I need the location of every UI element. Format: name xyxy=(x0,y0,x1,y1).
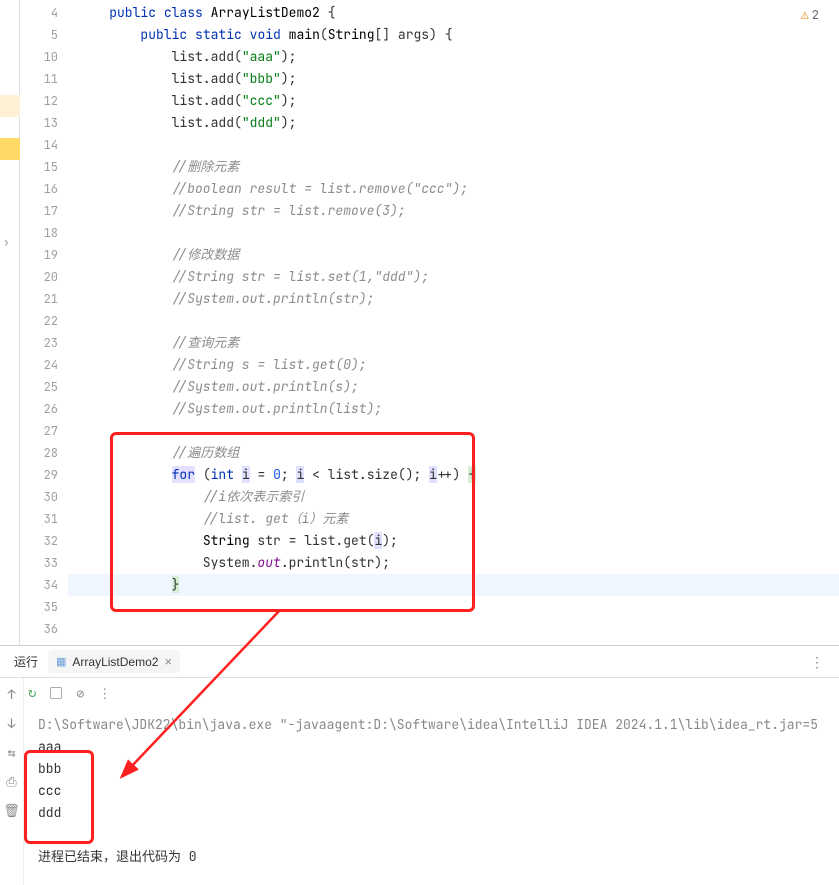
line-number: 19 xyxy=(20,244,58,266)
print-icon[interactable]: ⎙ xyxy=(6,773,16,790)
run-toolbar: ↻ ⊘ ⋮ xyxy=(28,684,111,702)
line-number: 29 xyxy=(20,464,58,486)
code-line[interactable]: public class ArrayListDemo2 { xyxy=(68,2,839,24)
code-line[interactable]: //查询元素 xyxy=(68,332,839,354)
down-arrow-icon[interactable]: ↓ xyxy=(8,715,16,732)
code-line[interactable] xyxy=(68,420,839,442)
console-output[interactable]: D:\Software\JDK22\bin\java.exe "-javaage… xyxy=(24,678,839,885)
code-line[interactable]: //boolean result = list.remove("ccc"); xyxy=(68,178,839,200)
code-line[interactable]: //String str = list.set(1,"ddd"); xyxy=(68,266,839,288)
more-vert-icon[interactable]: ⋮ xyxy=(98,685,111,702)
code-line[interactable]: System.out.println(str); xyxy=(68,552,839,574)
line-number: 24 xyxy=(20,354,58,376)
code-line[interactable]: //list. get（i）元素 xyxy=(68,508,839,530)
code-line[interactable]: //遍历数组 xyxy=(68,442,839,464)
code-line[interactable] xyxy=(68,596,839,618)
code-editor[interactable]: › 45101112131415161718192021222324252627… xyxy=(0,0,839,645)
code-line[interactable]: list.add("aaa"); xyxy=(68,46,839,68)
line-number: 25 xyxy=(20,376,58,398)
line-number: 20 xyxy=(20,266,58,288)
stop-icon[interactable] xyxy=(50,687,62,699)
code-line[interactable]: //String str = list.remove(3); xyxy=(68,200,839,222)
up-arrow-icon[interactable]: ↑ xyxy=(8,686,16,703)
line-number: 10 xyxy=(20,46,58,68)
code-content[interactable]: public class ArrayListDemo2 { public sta… xyxy=(68,0,839,645)
line-number: 21 xyxy=(20,288,58,310)
line-number: 23 xyxy=(20,332,58,354)
run-tab[interactable]: ▦ ArrayListDemo2 × xyxy=(48,650,180,673)
line-number: 27 xyxy=(20,420,58,442)
code-line[interactable]: //String s = list.get(0); xyxy=(68,354,839,376)
code-line[interactable]: //System.out.println(s); xyxy=(68,376,839,398)
run-panel-label: 运行 xyxy=(4,653,48,670)
line-number: 31 xyxy=(20,508,58,530)
code-line[interactable]: //删除元素 xyxy=(68,156,839,178)
code-line[interactable] xyxy=(68,134,839,156)
line-number: 17 xyxy=(20,200,58,222)
close-icon[interactable]: × xyxy=(164,654,172,669)
run-tab-name: ArrayListDemo2 xyxy=(72,655,158,669)
line-number: 36 xyxy=(20,618,58,640)
code-line[interactable]: } xyxy=(68,574,839,596)
code-line[interactable] xyxy=(68,310,839,332)
code-line[interactable]: //System.out.println(list); xyxy=(68,398,839,420)
run-config-icon: ▦ xyxy=(56,655,66,668)
line-number: 22 xyxy=(20,310,58,332)
code-line[interactable]: list.add("bbb"); xyxy=(68,68,839,90)
line-number: 35 xyxy=(20,596,58,618)
line-number: 11 xyxy=(20,68,58,90)
warning-triangle-icon: ⚠ xyxy=(801,6,809,23)
line-number: 18 xyxy=(20,222,58,244)
line-number: 12 xyxy=(20,90,58,112)
editor-left-strip: › xyxy=(0,0,20,645)
run-sidebar: ↑ ↓ ⇆ ⎙ 🗑 xyxy=(0,678,24,885)
chevron-right-icon[interactable]: › xyxy=(3,236,10,250)
code-line[interactable]: //i依次表示索引 xyxy=(68,486,839,508)
line-number: 28 xyxy=(20,442,58,464)
line-number: 16 xyxy=(20,178,58,200)
code-line[interactable]: //System.out.println(str); xyxy=(68,288,839,310)
run-panel: 运行 ▦ ArrayListDemo2 × ⋮ ↑ ↓ ⇆ ⎙ 🗑 ↻ ⊘ ⋮ … xyxy=(0,646,839,885)
line-number: 15 xyxy=(20,156,58,178)
rerun-icon[interactable]: ↻ xyxy=(28,684,36,702)
line-number: 26 xyxy=(20,398,58,420)
code-line[interactable]: //修改数据 xyxy=(68,244,839,266)
code-line[interactable] xyxy=(68,618,839,640)
code-line[interactable]: String str = list.get(i); xyxy=(68,530,839,552)
wrap-icon[interactable]: ⇆ xyxy=(8,744,16,761)
code-line[interactable]: public static void main(String[] args) { xyxy=(68,24,839,46)
code-line[interactable]: list.add("ccc"); xyxy=(68,90,839,112)
step-icon[interactable]: ⊘ xyxy=(76,685,84,702)
line-number: 14 xyxy=(20,134,58,156)
line-number: 30 xyxy=(20,486,58,508)
trash-icon[interactable]: 🗑 xyxy=(3,802,20,819)
run-panel-header: 运行 ▦ ArrayListDemo2 × ⋮ xyxy=(0,646,839,678)
line-number: 5 xyxy=(20,24,58,46)
warning-indicator[interactable]: ⚠ 2 xyxy=(801,6,819,23)
line-number: 33 xyxy=(20,552,58,574)
warning-count: 2 xyxy=(812,7,819,23)
line-number: 13 xyxy=(20,112,58,134)
code-line[interactable] xyxy=(68,222,839,244)
line-number: 34 xyxy=(20,574,58,596)
code-line[interactable]: list.add("ddd"); xyxy=(68,112,839,134)
more-menu-icon[interactable]: ⋮ xyxy=(810,654,825,672)
line-number: 4 xyxy=(20,2,58,24)
line-number-gutter: 4510111213141516171819202122232425262728… xyxy=(20,0,68,645)
code-line[interactable]: for (int i = 0; i < list.size(); i++) { xyxy=(68,464,839,486)
line-number: 32 xyxy=(20,530,58,552)
